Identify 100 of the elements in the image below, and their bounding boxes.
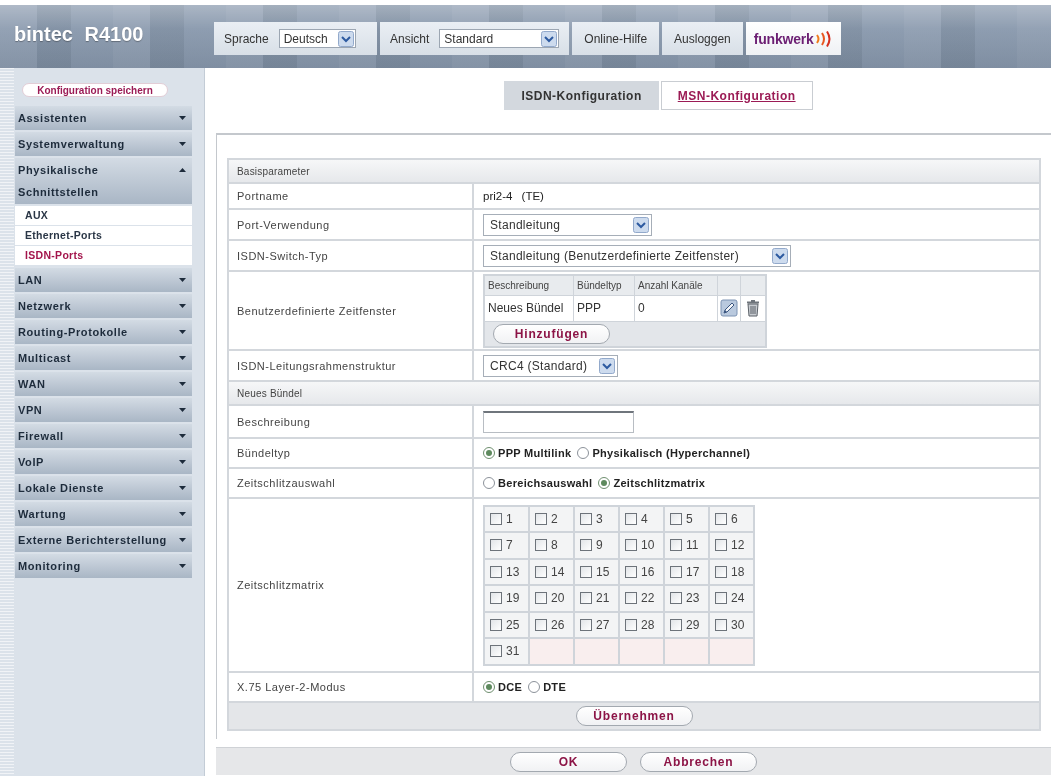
sidebar-item[interactable]: Routing-Protokolle: [15, 320, 192, 344]
sidebar-item[interactable]: Netzwerk: [15, 294, 192, 318]
checkbox-label[interactable]: 20: [551, 591, 565, 606]
apply-button[interactable]: Übernehmen: [575, 706, 693, 726]
checkbox-label[interactable]: 15: [596, 564, 610, 579]
sidebar-item[interactable]: Multicast: [15, 346, 192, 370]
view-dropdown[interactable]: Standard: [439, 29, 560, 48]
radio-button[interactable]: [483, 681, 495, 693]
checkbox[interactable]: [580, 618, 592, 631]
checkbox[interactable]: [580, 592, 592, 605]
checkbox-label[interactable]: 5: [686, 511, 693, 526]
radio-label[interactable]: DCE: [498, 681, 523, 693]
tab[interactable]: MSN-Konfiguration: [660, 81, 813, 110]
checkbox[interactable]: [715, 539, 727, 552]
checkbox-label[interactable]: 23: [686, 591, 700, 606]
dropdown[interactable]: CRC4 (Standard): [483, 354, 618, 377]
sidebar-item[interactable]: LAN: [15, 268, 192, 292]
checkbox[interactable]: [535, 618, 547, 631]
input-field[interactable]: [483, 410, 634, 433]
radio-button[interactable]: [577, 447, 590, 459]
checkbox[interactable]: [490, 565, 502, 578]
checkbox[interactable]: [625, 512, 637, 525]
tab[interactable]: ISDN-Konfiguration: [504, 81, 659, 110]
checkbox-label[interactable]: 9: [596, 538, 603, 553]
sidebar-item[interactable]: Firewall: [15, 424, 192, 448]
checkbox-label[interactable]: 31: [506, 644, 520, 659]
cancel-button[interactable]: Abbrechen: [640, 751, 757, 772]
checkbox[interactable]: [625, 539, 637, 552]
checkbox-label[interactable]: 14: [551, 564, 565, 579]
sidebar-item[interactable]: WAN: [15, 372, 192, 396]
checkbox[interactable]: [670, 618, 682, 631]
sidebar-item[interactable]: Physikalische Schnittstellen: [15, 158, 192, 204]
checkbox-label[interactable]: 22: [641, 591, 655, 606]
toolbar-link[interactable]: Ausloggen: [662, 22, 743, 55]
sidebar-item[interactable]: Assistenten: [15, 106, 192, 130]
checkbox[interactable]: [715, 592, 727, 605]
language-dropdown[interactable]: Deutsch: [278, 29, 356, 48]
sidebar-item[interactable]: VoIP: [15, 450, 192, 474]
ok-button[interactable]: OK: [510, 751, 627, 772]
radio-label[interactable]: Zeitschlitzmatrix: [613, 477, 706, 489]
checkbox-label[interactable]: 13: [506, 564, 520, 579]
checkbox-label[interactable]: 28: [641, 617, 655, 632]
sidebar-item[interactable]: Lokale Dienste: [15, 476, 192, 500]
checkbox[interactable]: [490, 592, 502, 605]
checkbox-label[interactable]: 10: [641, 538, 655, 553]
radio-button[interactable]: [483, 447, 495, 459]
checkbox-label[interactable]: 21: [596, 591, 610, 606]
checkbox-label[interactable]: 29: [686, 617, 700, 632]
checkbox[interactable]: [580, 565, 592, 578]
checkbox-label[interactable]: 24: [731, 591, 745, 606]
checkbox-label[interactable]: 2: [551, 511, 558, 526]
sidebar-item[interactable]: Systemverwaltung: [15, 132, 192, 156]
radio-label[interactable]: PPP Multilink: [498, 447, 572, 459]
sidebar-item[interactable]: Externe Berichterstellung: [15, 528, 192, 552]
sidebar-item[interactable]: Wartung: [15, 502, 192, 526]
checkbox[interactable]: [625, 618, 637, 631]
checkbox[interactable]: [625, 592, 637, 605]
sidebar-item[interactable]: VPN: [15, 398, 192, 422]
dropdown[interactable]: Standleitung (Benutzerdefinierte Zeitfenster): [483, 244, 791, 267]
checkbox[interactable]: [715, 618, 727, 631]
radio-label[interactable]: Physikalisch (Hyperchannel): [592, 447, 751, 459]
sidebar-subitem[interactable]: AUX: [15, 206, 192, 225]
trash-icon[interactable]: [744, 299, 762, 317]
checkbox[interactable]: [580, 539, 592, 552]
checkbox-label[interactable]: 11: [686, 538, 699, 553]
checkbox-label[interactable]: 6: [731, 511, 738, 526]
checkbox[interactable]: [490, 645, 502, 658]
checkbox-label[interactable]: 12: [731, 538, 745, 553]
checkbox-label[interactable]: 26: [551, 617, 565, 632]
checkbox-label[interactable]: 30: [731, 617, 745, 632]
checkbox-label[interactable]: 18: [731, 564, 745, 579]
checkbox[interactable]: [670, 512, 682, 525]
sidebar-item[interactable]: Monitoring: [15, 554, 192, 578]
add-button[interactable]: Hinzufügen: [493, 323, 610, 344]
checkbox-label[interactable]: 17: [686, 564, 700, 579]
radio-button[interactable]: [598, 477, 611, 489]
toolbar-link[interactable]: Online-Hilfe: [572, 22, 660, 55]
sidebar-subitem[interactable]: Ethernet-Ports: [15, 226, 192, 245]
checkbox-label[interactable]: 25: [506, 617, 520, 632]
radio-button[interactable]: [528, 681, 541, 693]
checkbox-label[interactable]: 3: [596, 511, 603, 526]
radio-label[interactable]: Bereichsauswahl: [498, 477, 593, 489]
checkbox-label[interactable]: 8: [551, 538, 558, 553]
checkbox-label[interactable]: 19: [506, 591, 520, 606]
checkbox[interactable]: [580, 512, 592, 525]
checkbox-label[interactable]: 27: [596, 617, 610, 632]
checkbox[interactable]: [670, 565, 682, 578]
checkbox[interactable]: [670, 539, 682, 552]
checkbox[interactable]: [535, 565, 547, 578]
checkbox[interactable]: [490, 539, 502, 552]
checkbox-label[interactable]: 4: [641, 511, 648, 526]
checkbox[interactable]: [490, 618, 502, 631]
dropdown[interactable]: Standleitung: [483, 213, 652, 236]
checkbox[interactable]: [535, 539, 547, 552]
checkbox[interactable]: [715, 512, 727, 525]
checkbox[interactable]: [625, 565, 637, 578]
checkbox[interactable]: [670, 592, 682, 605]
checkbox-label[interactable]: 16: [641, 564, 655, 579]
checkbox[interactable]: [535, 512, 547, 525]
checkbox-label[interactable]: 7: [506, 538, 513, 553]
